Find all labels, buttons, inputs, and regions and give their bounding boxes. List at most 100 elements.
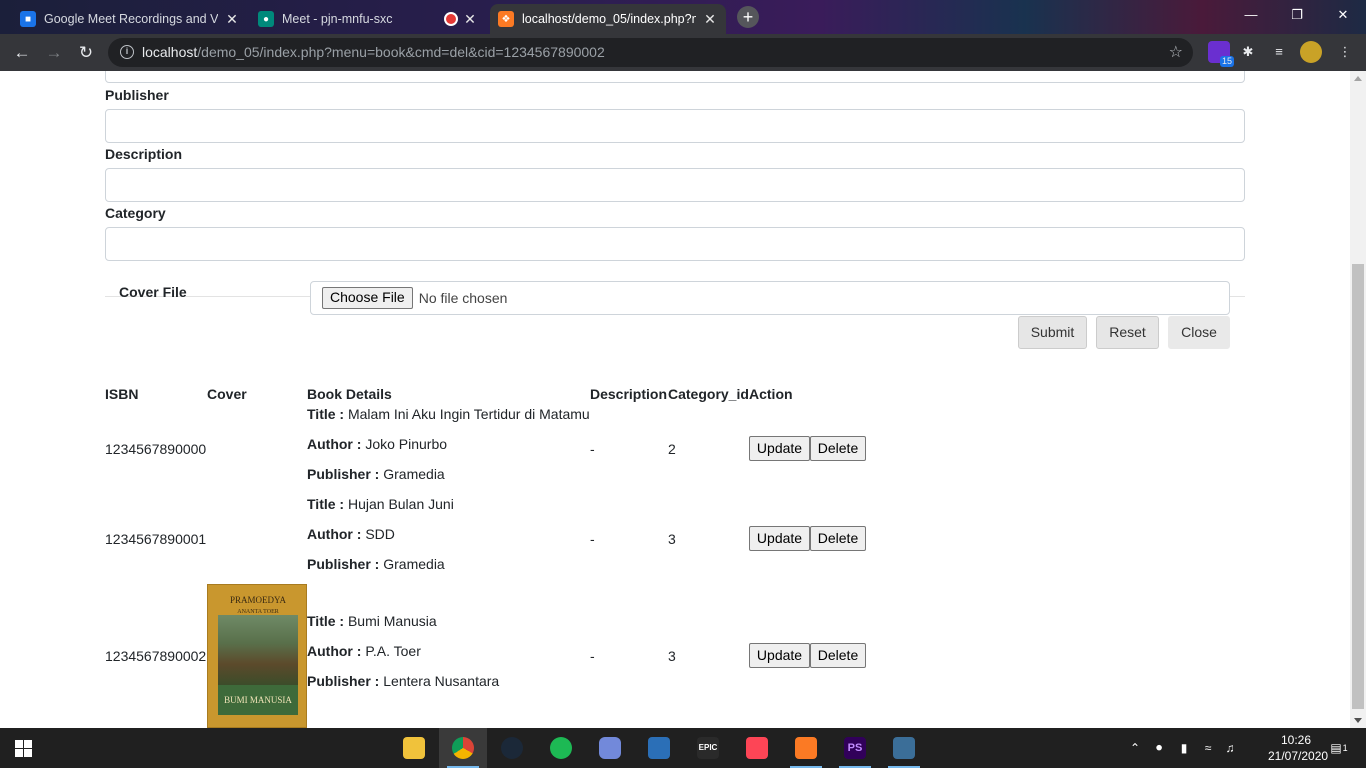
cover-painting xyxy=(218,615,298,685)
show-hidden-icons-icon[interactable]: ⌃ xyxy=(1126,728,1144,768)
title-value: Hujan Bulan Juni xyxy=(347,496,454,512)
row-category-id: 3 xyxy=(668,531,676,547)
delete-button[interactable]: Delete xyxy=(810,643,866,668)
tab-localhost[interactable]: ❖ localhost/demo_05/index.php?m ✕ xyxy=(490,4,726,34)
extension-badge: 15 xyxy=(1219,56,1234,67)
ps-text: PS xyxy=(844,737,866,759)
steam-icon[interactable] xyxy=(488,728,536,768)
category-label: Category xyxy=(105,205,166,221)
author-key: Author : xyxy=(307,643,362,659)
recording-indicator-icon xyxy=(446,14,456,24)
xampp-icon: ❖ xyxy=(498,11,514,27)
row-publisher: Publisher : Gramedia xyxy=(307,466,445,482)
header-isbn: ISBN xyxy=(105,386,139,402)
minimize-icon[interactable]: — xyxy=(1228,0,1274,30)
close-tab-icon[interactable]: ✕ xyxy=(702,11,718,28)
row-description: - xyxy=(590,648,595,664)
publisher-key: Publisher : xyxy=(307,556,380,572)
update-button[interactable]: Update xyxy=(749,436,810,461)
row-title: Title : Bumi Manusia xyxy=(307,613,437,629)
row-author: Author : P.A. Toer xyxy=(307,643,421,659)
author-value: P.A. Toer xyxy=(365,643,421,659)
system-clock[interactable]: 10:26 21/07/2020 xyxy=(1268,732,1329,764)
category-field[interactable] xyxy=(105,227,1245,261)
zenless-icon[interactable] xyxy=(635,728,683,768)
page-scrollbar[interactable] xyxy=(1350,71,1366,728)
tab-title: Google Meet Recordings and Vi xyxy=(44,12,218,26)
description-field[interactable] xyxy=(105,168,1245,202)
chrome-icon[interactable] xyxy=(439,728,487,768)
reset-button[interactable]: Reset xyxy=(1096,316,1159,349)
update-button[interactable]: Update xyxy=(749,643,810,668)
mysql-workbench-icon[interactable] xyxy=(880,728,928,768)
publisher-field[interactable] xyxy=(105,109,1245,143)
row-isbn: 1234567890002 xyxy=(105,648,207,664)
delete-button[interactable]: Delete xyxy=(810,436,866,461)
forward-icon[interactable]: → xyxy=(40,39,68,67)
author-key: Author : xyxy=(307,436,362,452)
row-isbn: 1234567890000 xyxy=(105,441,207,457)
windows-taskbar: EPIC PS ⌃ ⚫ ▮ ≈ ♫ 10:26 21/07/2020 ▤ 1 xyxy=(0,728,1366,768)
google-meet-icon: ● xyxy=(258,11,274,27)
profile-avatar-icon[interactable] xyxy=(1300,41,1322,63)
publisher-key: Publisher : xyxy=(307,466,380,482)
row-publisher: Publisher : Gramedia xyxy=(307,556,445,572)
volume-icon[interactable]: ♫ xyxy=(1220,728,1240,768)
submit-button[interactable]: Submit xyxy=(1018,316,1087,349)
no-file-text: No file chosen xyxy=(418,290,508,306)
scroll-up-arrow-icon[interactable] xyxy=(1354,76,1362,81)
bookmark-star-icon[interactable]: ☆ xyxy=(1169,38,1183,67)
media-control-icon[interactable]: ≡ xyxy=(1268,41,1290,63)
discord-icon[interactable] xyxy=(586,728,634,768)
valorant-icon[interactable] xyxy=(733,728,781,768)
close-tab-icon[interactable]: ✕ xyxy=(462,11,478,28)
tab-meet-recordings[interactable]: ■ Google Meet Recordings and Vi ✕ xyxy=(12,4,248,34)
cover-file-label: Cover File xyxy=(119,284,187,300)
file-explorer-icon[interactable] xyxy=(390,728,438,768)
menu-kebab-icon[interactable]: ⋮ xyxy=(1334,41,1356,63)
update-button[interactable]: Update xyxy=(749,526,810,551)
clock-date: 21/07/2020 xyxy=(1268,749,1329,763)
header-category-id: Category_id xyxy=(668,386,749,402)
close-button[interactable]: Close xyxy=(1168,316,1230,349)
reload-icon[interactable]: ↻ xyxy=(72,39,100,67)
scroll-down-arrow-icon[interactable] xyxy=(1354,718,1362,723)
row-author: Author : Joko Pinurbo xyxy=(307,436,447,452)
clock-time: 10:26 xyxy=(1280,733,1312,747)
restore-icon[interactable]: ❐ xyxy=(1274,0,1320,30)
browser-toolbar: ← → ↻ i localhost/demo_05/index.php?menu… xyxy=(0,34,1366,71)
tab-google-meet[interactable]: ● Meet - pjn-mnfu-sxc ✕ xyxy=(250,4,486,34)
wifi-icon[interactable]: ≈ xyxy=(1198,728,1218,768)
url-host: localhost xyxy=(142,44,198,60)
header-cover: Cover xyxy=(207,386,247,402)
row-description: - xyxy=(590,441,595,457)
photoshop-icon[interactable]: PS xyxy=(831,728,879,768)
extension-icon[interactable]: 15 xyxy=(1208,41,1234,67)
title-key: Title : xyxy=(307,496,345,512)
delete-button[interactable]: Delete xyxy=(810,526,866,551)
notification-center-icon[interactable]: ▤ 1 xyxy=(1324,728,1354,768)
puzzle-extensions-icon[interactable]: ✱ xyxy=(1237,41,1259,63)
cover-file-input[interactable]: Choose File No file chosen xyxy=(310,281,1230,315)
window-close-icon[interactable]: ✕ xyxy=(1320,0,1366,30)
close-tab-icon[interactable]: ✕ xyxy=(224,11,240,28)
back-icon[interactable]: ← xyxy=(8,39,36,67)
title-key: Title : xyxy=(307,613,345,629)
battery-icon[interactable]: ▮ xyxy=(1174,728,1194,768)
publisher-key: Publisher : xyxy=(307,673,380,689)
new-tab-button[interactable]: + xyxy=(737,6,759,28)
windows-start-icon[interactable] xyxy=(15,740,32,757)
address-bar[interactable]: i localhost/demo_05/index.php?menu=book&… xyxy=(108,38,1193,67)
publisher-value: Gramedia xyxy=(383,466,445,482)
title-field-partial[interactable] xyxy=(105,71,1245,83)
site-info-icon[interactable]: i xyxy=(120,45,134,59)
description-label: Description xyxy=(105,146,183,162)
choose-file-button[interactable]: Choose File xyxy=(322,287,413,309)
scroll-thumb[interactable] xyxy=(1352,264,1364,709)
xampp-icon[interactable] xyxy=(782,728,830,768)
microphone-icon[interactable]: ⚫ xyxy=(1150,728,1168,768)
epic-games-icon[interactable]: EPIC xyxy=(684,728,732,768)
header-description: Description xyxy=(590,386,668,402)
epic-text: EPIC xyxy=(697,737,719,759)
spotify-icon[interactable] xyxy=(537,728,585,768)
